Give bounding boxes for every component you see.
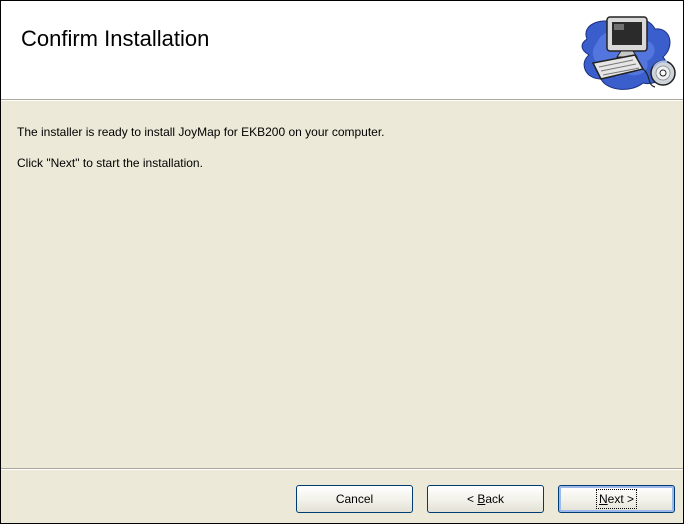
header-divider	[1, 99, 683, 101]
instruction-message: Click "Next" to start the installation.	[17, 156, 203, 170]
next-button[interactable]: Next >	[558, 485, 675, 513]
next-rest: ext >	[607, 492, 635, 506]
back-rest: ack	[485, 492, 505, 506]
next-mnemonic: N	[598, 492, 608, 506]
ready-message: The installer is ready to install JoyMap…	[17, 125, 385, 139]
back-button[interactable]: < Back	[427, 485, 544, 513]
next-button-label: Next >	[595, 489, 638, 509]
page-title: Confirm Installation	[21, 26, 210, 51]
message-area: The installer is ready to install JoyMap…	[17, 125, 667, 170]
header-banner: Confirm Installation	[1, 1, 683, 99]
installer-window: Confirm Installation The installer is re…	[0, 0, 684, 524]
footer-divider	[1, 468, 683, 470]
cancel-button[interactable]: Cancel	[296, 485, 413, 513]
back-prefix: <	[466, 492, 478, 506]
button-bar: Cancel < Back Next >	[296, 485, 675, 513]
computer-cd-icon	[581, 16, 676, 90]
cancel-button-label: Cancel	[335, 492, 374, 506]
back-button-label: < Back	[467, 492, 504, 506]
